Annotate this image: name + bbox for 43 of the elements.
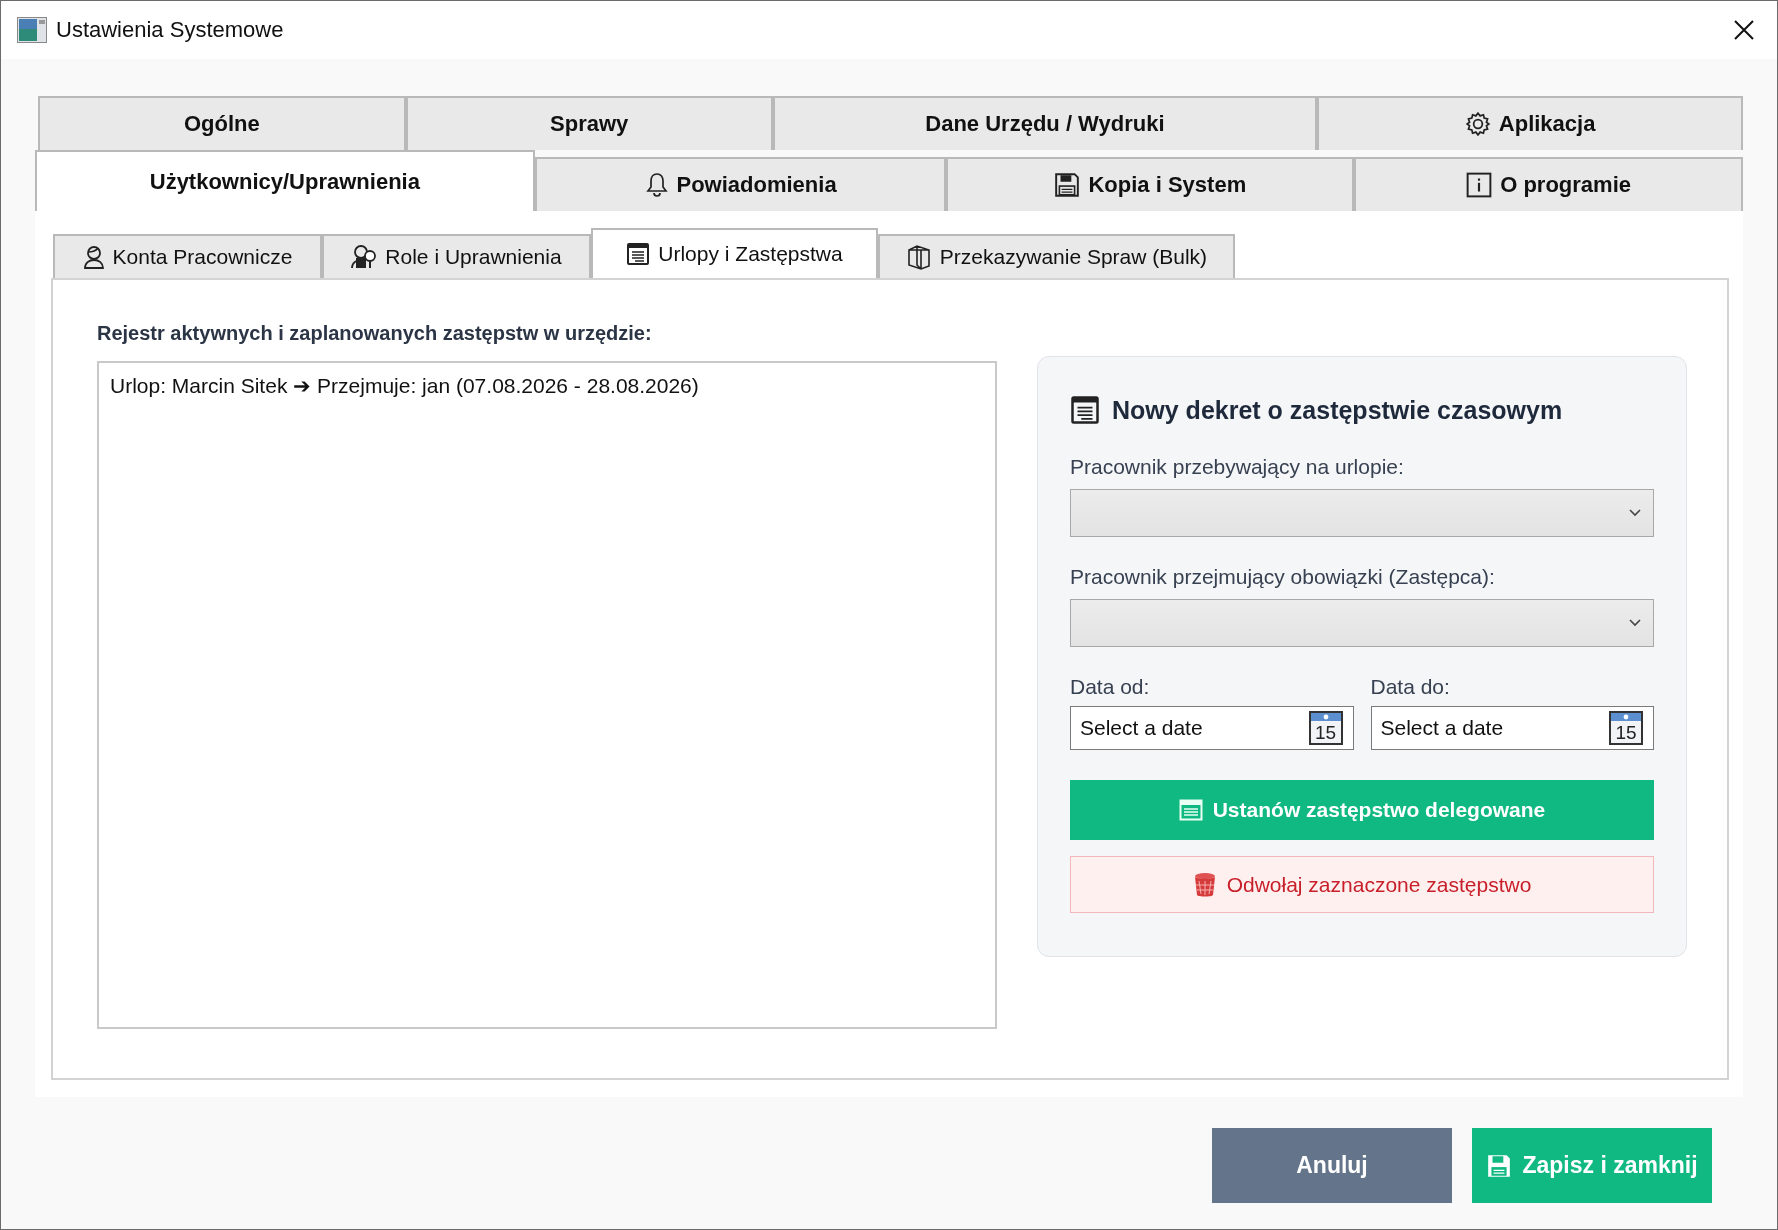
gear-icon	[1464, 111, 1491, 137]
form-title: Nowy dekret o zastępstwie czasowym	[1112, 395, 1563, 425]
dropdown[interactable]	[1070, 599, 1654, 647]
dropdown[interactable]	[1070, 489, 1654, 537]
substitution-list[interactable]: Urlop: Marcin Sitek ➔ Przejmuje: jan (07.08.2026 - 28.08.2026)	[97, 361, 997, 1029]
field-label: Pracownik przebywający na urlopie:	[1070, 455, 1405, 479]
info-icon	[1466, 172, 1493, 198]
tab[interactable]: O programie	[1354, 157, 1743, 211]
calendar-icon[interactable]: 15	[1609, 711, 1643, 745]
tab[interactable]: Ogólne	[38, 96, 406, 150]
field-label: Data do:	[1370, 675, 1451, 699]
tab[interactable]: Role i Uprawnienia	[322, 234, 591, 278]
tab[interactable]: Urlopy i Zastępstwa	[591, 228, 878, 278]
cancel-button[interactable]: Anuluj	[1212, 1128, 1452, 1203]
date-field[interactable]: Select a date 15	[1070, 706, 1354, 750]
tab[interactable]: Aplikacja	[1317, 96, 1743, 150]
window-title: Ustawienia Systemowe	[56, 17, 285, 43]
user-key-icon	[351, 244, 378, 270]
tab[interactable]: Użytkownicy/Uprawnienia	[35, 150, 535, 211]
trash-bin-icon	[1192, 871, 1217, 898]
tab[interactable]: Powiadomienia	[534, 157, 947, 211]
user-icon	[82, 245, 105, 269]
tab[interactable]: Kopia i System	[946, 157, 1355, 211]
bell-icon	[644, 172, 669, 198]
chevron-down-icon	[1629, 619, 1641, 627]
document-icon	[1178, 798, 1203, 822]
tab[interactable]: Sprawy	[405, 96, 773, 150]
list-item[interactable]: Urlop: Marcin Sitek ➔ Przejmuje: jan (07.08.2026 - 28.08.2026)	[99, 373, 995, 399]
field-label: Data od:	[1070, 675, 1151, 699]
close-icon	[1733, 19, 1755, 41]
tab[interactable]: Przekazywanie Spraw (Bulk)	[878, 234, 1235, 278]
package-icon	[905, 244, 932, 270]
app-icon	[17, 17, 47, 43]
tab[interactable]: Dane Urzędu / Wydruki	[772, 96, 1318, 150]
calendar-icon[interactable]: 15	[1308, 711, 1343, 745]
tab[interactable]: Konta Pracownicze	[53, 234, 322, 278]
document-icon	[626, 242, 651, 266]
field-label: Pracownik przejmujący obowiązki (Zastępca):	[1070, 565, 1496, 589]
list-label: Rejestr aktywnych i zaplanowanych zastępstw w urzędzie:	[97, 322, 653, 345]
date-field[interactable]: Select a date 15	[1370, 706, 1654, 750]
revoke-button[interactable]: Odwołaj zaznaczone zastępstwo	[1070, 856, 1654, 913]
chevron-down-icon	[1629, 509, 1641, 517]
document-icon	[1070, 395, 1100, 425]
